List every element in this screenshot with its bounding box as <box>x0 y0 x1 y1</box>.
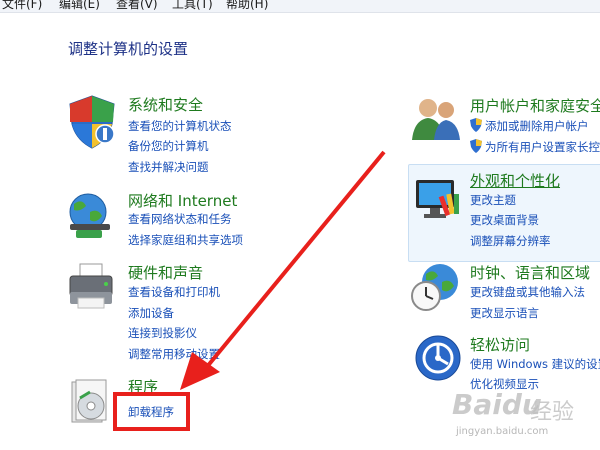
category-appearance[interactable]: 外观和个性化 <box>470 170 560 191</box>
watermark-url: jingyan.baidu.com <box>456 426 549 437</box>
link-windows-recommended[interactable]: 使用 Windows 建议的设置 <box>470 356 600 372</box>
link-screen-resolution[interactable]: 调整屏幕分辨率 <box>470 233 551 249</box>
link-display-language[interactable]: 更改显示语言 <box>470 305 539 321</box>
link-change-theme[interactable]: 更改主题 <box>470 192 516 208</box>
category-clock-language-region[interactable]: 时钟、语言和区域 <box>470 262 590 283</box>
link-add-remove-users[interactable]: 添加或删除用户帐户 <box>485 118 589 134</box>
clock-globe-icon <box>411 264 458 311</box>
watermark-jingyan: 经验 <box>530 400 575 425</box>
monitor-personalize-icon <box>416 180 459 218</box>
uac-shield-icon <box>470 118 482 132</box>
link-desktop-background[interactable]: 更改桌面背景 <box>470 212 539 228</box>
link-change-input-method[interactable]: 更改键盘或其他输入法 <box>470 284 585 300</box>
link-parental-controls[interactable]: 为所有用户设置家长控制 <box>485 139 600 155</box>
watermark-logo: Baidu <box>452 388 542 421</box>
baidu-jingyan-watermark: Baidu 经验 jingyan.baidu.com <box>452 388 592 442</box>
category-ease-of-access[interactable]: 轻松访问 <box>470 334 530 355</box>
ease-of-access-icon <box>415 335 461 381</box>
category-user-accounts[interactable]: 用户帐户和家庭安全 <box>470 95 600 116</box>
users-icon <box>412 99 460 140</box>
uac-shield-icon <box>470 139 482 153</box>
